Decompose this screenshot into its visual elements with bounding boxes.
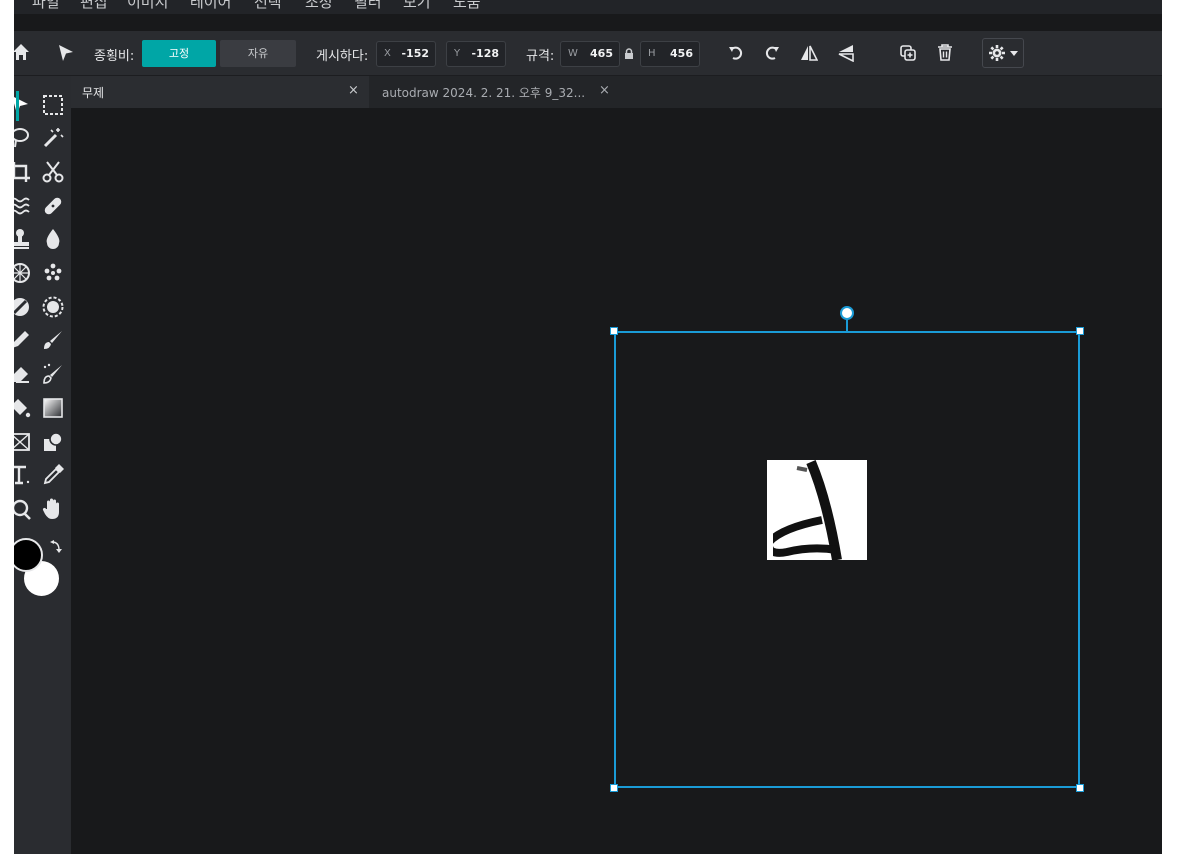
liquify-icon[interactable]: [14, 194, 32, 218]
crop-icon[interactable]: [14, 160, 32, 184]
burn-icon[interactable]: [41, 295, 65, 319]
x-field-value: -152: [401, 47, 429, 60]
menu-image[interactable]: 이미지: [127, 0, 168, 12]
position-label: 게시하다:: [316, 49, 369, 64]
blur-drop-icon[interactable]: [41, 227, 65, 251]
marquee-icon[interactable]: [41, 93, 65, 117]
w-field-value: 465: [590, 47, 613, 60]
y-position-field[interactable]: Y -128: [446, 41, 506, 67]
menu-view[interactable]: 보기: [403, 0, 431, 12]
stamp-icon[interactable]: [14, 227, 32, 251]
y-field-value: -128: [471, 47, 499, 60]
swap-colors-icon[interactable]: [50, 540, 62, 554]
height-field[interactable]: H 456: [640, 41, 700, 67]
tools-sidebar: [14, 76, 71, 854]
eyedropper-icon[interactable]: [41, 463, 65, 487]
sharpen-icon[interactable]: [14, 261, 32, 285]
home-icon[interactable]: [14, 43, 30, 61]
canvas-workspace[interactable]: [71, 108, 1162, 854]
text-icon[interactable]: [14, 463, 32, 487]
lock-icon[interactable]: [624, 48, 634, 60]
rotate-left-icon[interactable]: [727, 44, 745, 62]
tab-untitled-label: 무제: [82, 86, 105, 100]
rotate-handle[interactable]: [840, 306, 854, 320]
menu-adjust[interactable]: 조정: [305, 0, 333, 12]
x-position-field[interactable]: X -152: [376, 41, 436, 67]
zoom-icon[interactable]: [14, 497, 32, 521]
hand-icon[interactable]: [41, 497, 65, 521]
tab-autodraw-label: autodraw 2024. 2. 21. 오후 9_32...: [382, 86, 586, 100]
aspect-fixed-button[interactable]: 고정: [142, 40, 216, 67]
rotate-right-icon[interactable]: [763, 44, 781, 62]
move-tool-icon[interactable]: [56, 43, 76, 63]
close-icon[interactable]: ×: [599, 83, 610, 98]
aspect-free-button[interactable]: 자유: [220, 40, 296, 67]
size-label: 규격:: [526, 49, 555, 64]
scissors-icon[interactable]: [41, 160, 65, 184]
gradient-icon[interactable]: [41, 396, 65, 420]
flip-horizontal-icon[interactable]: [800, 44, 818, 62]
spray-brush-icon[interactable]: [41, 362, 65, 386]
duplicate-icon[interactable]: [899, 44, 917, 62]
tab-autodraw[interactable]: autodraw 2024. 2. 21. 오후 9_32... ×: [371, 76, 623, 108]
lasso-icon[interactable]: [14, 126, 32, 150]
resize-handle-top-left[interactable]: [610, 327, 618, 335]
w-field-label: W: [568, 48, 578, 59]
tab-untitled[interactable]: 무제 ×: [71, 76, 369, 108]
width-field[interactable]: W 465: [560, 41, 620, 67]
aspect-ratio-label: 종횡비:: [94, 49, 135, 64]
x-field-label: X: [384, 48, 391, 59]
pencil-icon[interactable]: [14, 328, 32, 352]
y-field-label: Y: [454, 48, 461, 59]
h-field-value: 456: [670, 47, 693, 60]
menu-layer[interactable]: 레이어: [190, 0, 231, 12]
dodge-icon[interactable]: [14, 295, 32, 319]
close-icon[interactable]: ×: [348, 83, 359, 98]
sponge-icon[interactable]: [41, 261, 65, 285]
resize-handle-bottom-right[interactable]: [1076, 784, 1084, 792]
chevron-down-icon: [1010, 51, 1018, 56]
flip-vertical-icon[interactable]: [837, 44, 855, 62]
eraser-icon[interactable]: [14, 362, 32, 386]
trash-icon[interactable]: [936, 43, 954, 62]
menu-select[interactable]: 선택: [254, 0, 282, 12]
menu-file[interactable]: 파일: [32, 0, 60, 12]
settings-dropdown[interactable]: [982, 38, 1024, 68]
menu-edit[interactable]: 편집: [80, 0, 108, 12]
options-toolbar: 종횡비: 고정 자유 게시하다: X -152 Y -128 규격: W 465…: [14, 31, 1162, 76]
image-frame-icon[interactable]: [14, 430, 32, 454]
menu-filter[interactable]: 필터: [354, 0, 382, 12]
document-tabs: 무제 × autodraw 2024. 2. 21. 오후 9_32... ×: [71, 76, 1162, 108]
active-tool-indicator: [16, 91, 19, 121]
gear-icon: [989, 45, 1005, 61]
brush-icon[interactable]: [41, 328, 65, 352]
menu-help[interactable]: 도움: [453, 0, 481, 12]
resize-handle-top-right[interactable]: [1076, 327, 1084, 335]
bandage-icon[interactable]: [41, 194, 65, 218]
photo-editor-window: 파일 편집 이미지 레이어 선택 조정 필터 보기 도움 종횡비: 고정 자유 …: [14, 0, 1162, 854]
magic-wand-icon[interactable]: [41, 126, 65, 150]
shape-icon[interactable]: [41, 430, 65, 454]
paint-bucket-icon[interactable]: [14, 396, 32, 420]
resize-handle-bottom-left[interactable]: [610, 784, 618, 792]
h-field-label: H: [648, 48, 656, 59]
menu-bar: 파일 편집 이미지 레이어 선택 조정 필터 보기 도움: [14, 0, 1162, 14]
transform-selection-box[interactable]: [614, 331, 1080, 788]
